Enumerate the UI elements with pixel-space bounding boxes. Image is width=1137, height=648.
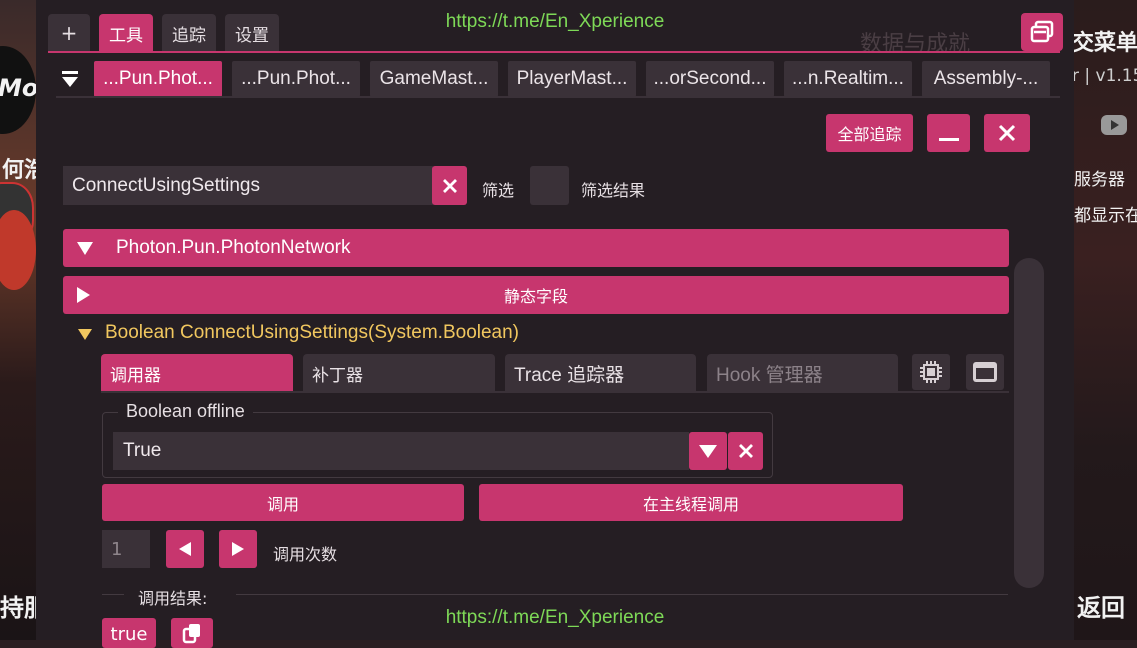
result-label: 调用结果: [138, 589, 208, 608]
class-tab-underline [56, 96, 1060, 98]
class-tab[interactable]: ...orSecond... [646, 61, 774, 97]
expanded-triangle-icon [77, 241, 93, 255]
class-tab[interactable]: GameMast... [370, 61, 498, 97]
subtab-underline [101, 391, 1009, 393]
decrement-button[interactable] [166, 530, 204, 568]
background-text: 都显示在 [1074, 206, 1137, 226]
tab-settings[interactable]: 设置 [225, 14, 279, 52]
subtab-invoker[interactable]: 调用器 [101, 354, 293, 392]
background-text: 服务器 [1074, 170, 1125, 190]
tool-panel: 数据与成就 https://t.me/En_Xperience + 工具 追踪 … [36, 0, 1074, 648]
class-tab[interactable]: PlayerMast... [508, 61, 636, 97]
background-right [1074, 0, 1137, 640]
clear-parameter-button[interactable] [728, 432, 763, 470]
class-tab[interactable]: ...n.Realtim... [784, 61, 912, 97]
background-text: Mo [0, 74, 39, 102]
invoke-count-label: 调用次数 [273, 545, 338, 564]
collapsed-triangle-icon [77, 287, 90, 303]
result-divider [236, 594, 1008, 595]
chip-icon [920, 361, 942, 383]
scrollbar[interactable] [1014, 258, 1044, 588]
window-icon [973, 362, 997, 382]
arrow-right-icon [232, 542, 244, 556]
copy-icon [182, 624, 200, 644]
parameter-value-select[interactable]: True [113, 432, 689, 470]
window-button[interactable] [966, 354, 1004, 390]
tab-tools[interactable]: 工具 [99, 14, 153, 52]
filter-input[interactable]: ConnectUsingSettings [63, 166, 433, 205]
filter-result-checkbox[interactable] [530, 166, 569, 205]
add-tab-button[interactable]: + [48, 14, 90, 52]
close-icon [442, 178, 457, 193]
filter-label: 筛选 [482, 181, 515, 200]
class-tab-bar: ...Pun.Phot... ...Pun.Phot... GameMast..… [56, 61, 1050, 97]
chip-button[interactable] [912, 354, 950, 390]
tab-menu-button[interactable] [56, 61, 84, 97]
subtab-patcher[interactable]: 补丁器 [303, 354, 495, 392]
video-play-icon [1101, 115, 1127, 135]
chevron-down-icon [699, 445, 717, 458]
top-tab-bar: + 工具 追踪 设置 [48, 14, 279, 52]
menu-dropdown-icon [62, 71, 78, 87]
clear-filter-button[interactable] [432, 166, 467, 205]
trace-all-button[interactable]: 全部追踪 [826, 114, 913, 152]
subtab-trace[interactable]: Trace 追踪器 [505, 354, 696, 392]
invoke-button[interactable]: 调用 [102, 484, 464, 521]
top-tab-underline [48, 51, 1060, 53]
class-tab[interactable]: Assembly-... [922, 61, 1050, 97]
parameter-label: Boolean offline [118, 401, 253, 422]
window-stack-icon [1030, 20, 1054, 43]
arrow-left-icon [179, 542, 191, 556]
close-icon [738, 444, 753, 458]
dropdown-button[interactable] [689, 432, 727, 470]
class-tab[interactable]: ...Pun.Phot... [232, 61, 360, 97]
static-fields-label: 静态字段 [503, 289, 568, 306]
class-header-row[interactable]: Photon.Pun.PhotonNetwork [63, 229, 1009, 267]
method-signature[interactable]: Boolean ConnectUsingSettings(System.Bool… [105, 322, 519, 344]
tab-trace[interactable]: 追踪 [162, 14, 216, 52]
copy-result-button[interactable] [171, 618, 213, 648]
window-toggle-button[interactable] [1021, 13, 1063, 51]
increment-button[interactable] [219, 530, 257, 568]
background-text: 交菜单 [1072, 31, 1137, 56]
invoke-main-thread-button[interactable]: 在主线程调用 [479, 484, 903, 521]
close-button[interactable] [984, 114, 1030, 152]
static-fields-row[interactable]: 静态字段 [63, 276, 1009, 314]
class-tab[interactable]: ...Pun.Phot... [94, 61, 222, 97]
subtab-hook-manager[interactable]: Hook 管理器 [707, 354, 898, 392]
result-divider [102, 594, 124, 595]
invoke-count-input[interactable]: 1 [102, 530, 150, 568]
minimize-button[interactable] [927, 114, 970, 152]
class-header-label: Photon.Pun.PhotonNetwork [116, 237, 351, 258]
faint-background-title: 数据与成就 [860, 32, 971, 57]
filter-result-label: 筛选结果 [581, 181, 646, 200]
background-text: r | v1.15 [1072, 66, 1137, 86]
background-text: 返回 [1077, 594, 1125, 622]
minimize-icon [938, 138, 959, 141]
close-icon [998, 124, 1016, 142]
expanded-triangle-icon[interactable] [78, 329, 92, 340]
result-value-badge[interactable]: true [102, 618, 156, 648]
